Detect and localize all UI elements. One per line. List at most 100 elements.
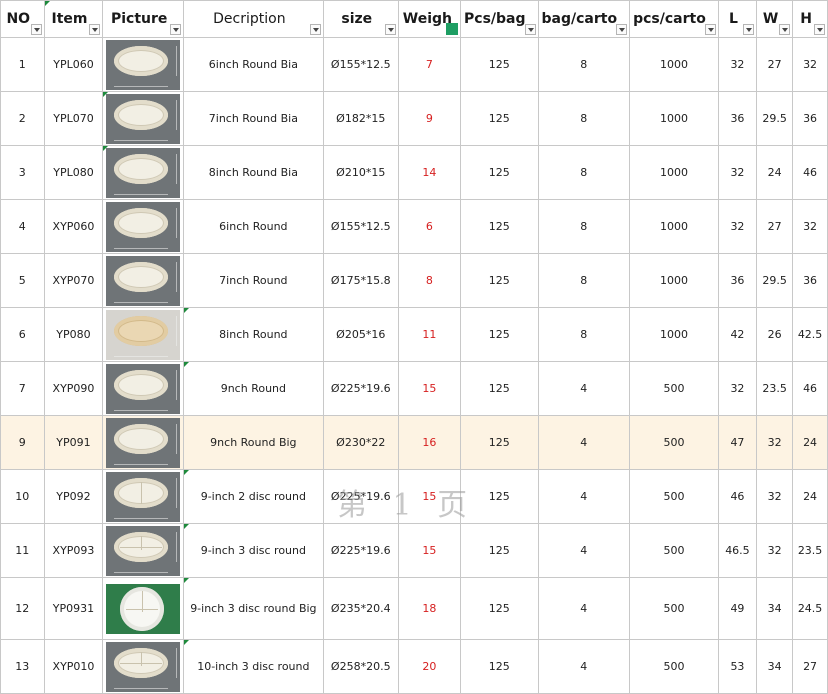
cell-pcs-bag[interactable]: 125 bbox=[460, 639, 539, 694]
cell-description[interactable]: 7inch Round bbox=[183, 253, 324, 308]
cell-no[interactable]: 1 bbox=[0, 37, 45, 92]
header-pcs-carton[interactable]: pcs/carto bbox=[629, 0, 719, 38]
header-width[interactable]: W bbox=[756, 0, 794, 38]
table-row[interactable]: 4 XYP060 6inch Round Ø155*12.5 6 125 8 1000 32 27… bbox=[0, 199, 828, 254]
filter-dropdown-icon[interactable] bbox=[170, 24, 181, 35]
product-photo[interactable] bbox=[106, 583, 181, 634]
cell-height[interactable]: 32 bbox=[792, 199, 828, 254]
cell-pcs-carton[interactable]: 1000 bbox=[629, 253, 719, 308]
cell-size[interactable]: Ø230*22 bbox=[322, 415, 399, 470]
product-photo[interactable] bbox=[106, 39, 181, 90]
product-photo[interactable] bbox=[106, 147, 181, 198]
cell-item[interactable]: YPL080 bbox=[43, 145, 104, 200]
cell-height[interactable]: 24 bbox=[792, 469, 828, 524]
cell-length[interactable]: 36 bbox=[717, 253, 758, 308]
cell-width[interactable]: 34 bbox=[756, 639, 794, 694]
cell-item[interactable]: XYP010 bbox=[43, 639, 104, 694]
header-bag-carton[interactable]: bag/carto bbox=[537, 0, 631, 38]
cell-item[interactable]: YP0931 bbox=[43, 577, 104, 640]
cell-picture[interactable] bbox=[102, 199, 184, 254]
cell-description[interactable]: 10-inch 3 disc round bbox=[183, 639, 324, 694]
cell-pcs-carton[interactable]: 500 bbox=[629, 639, 719, 694]
cell-no[interactable]: 2 bbox=[0, 91, 45, 146]
cell-pcs-carton[interactable]: 500 bbox=[629, 577, 719, 640]
cell-picture[interactable] bbox=[102, 469, 184, 524]
cell-no[interactable]: 3 bbox=[0, 145, 45, 200]
cell-pcs-carton[interactable]: 1000 bbox=[629, 91, 719, 146]
cell-height[interactable]: 46 bbox=[792, 145, 828, 200]
cell-pcs-carton[interactable]: 1000 bbox=[629, 199, 719, 254]
product-photo[interactable] bbox=[106, 525, 181, 576]
cell-bag-carton[interactable]: 8 bbox=[537, 307, 631, 362]
table-row[interactable]: 6 YP080 8inch Round Ø205*16 11 125 8 1000 42 26 42… bbox=[0, 307, 828, 362]
cell-bag-carton[interactable]: 8 bbox=[537, 145, 631, 200]
cell-pcs-bag[interactable]: 125 bbox=[460, 307, 539, 362]
cell-picture[interactable] bbox=[102, 91, 184, 146]
cell-size[interactable]: Ø235*20.4 bbox=[322, 577, 399, 640]
cell-size[interactable]: Ø258*20.5 bbox=[322, 639, 399, 694]
product-photo[interactable] bbox=[106, 201, 181, 252]
cell-width[interactable]: 32 bbox=[756, 523, 794, 578]
cell-pcs-bag[interactable]: 125 bbox=[460, 37, 539, 92]
table-row[interactable]: 9 YP091 9nch Round Big Ø230*22 16 125 4 500 47 32… bbox=[0, 415, 828, 470]
header-item[interactable]: Item bbox=[43, 0, 104, 38]
filter-dropdown-icon[interactable] bbox=[309, 24, 321, 35]
cell-no[interactable]: 13 bbox=[0, 639, 45, 694]
cell-picture[interactable] bbox=[102, 639, 184, 694]
product-photo[interactable] bbox=[106, 309, 181, 360]
cell-no[interactable]: 9 bbox=[0, 415, 45, 470]
cell-height[interactable]: 24.5 bbox=[792, 577, 828, 640]
header-height[interactable]: H bbox=[792, 0, 828, 38]
cell-bag-carton[interactable]: 8 bbox=[537, 253, 631, 308]
cell-length[interactable]: 32 bbox=[717, 199, 758, 254]
filter-dropdown-icon[interactable] bbox=[524, 24, 536, 35]
header-pcs-bag[interactable]: Pcs/bag bbox=[460, 0, 539, 38]
cell-pcs-carton[interactable]: 1000 bbox=[629, 37, 719, 92]
cell-bag-carton[interactable]: 8 bbox=[537, 91, 631, 146]
cell-picture[interactable] bbox=[102, 37, 184, 92]
cell-length[interactable]: 49 bbox=[717, 577, 758, 640]
cell-picture[interactable] bbox=[102, 307, 184, 362]
cell-bag-carton[interactable]: 4 bbox=[537, 523, 631, 578]
cell-size[interactable]: Ø225*19.6 bbox=[322, 361, 399, 416]
table-row[interactable]: 13 XYP010 10-inch 3 disc round Ø258*20.5 20 1… bbox=[0, 639, 828, 694]
table-row[interactable]: 11 XYP093 9-inch 3 disc round Ø225*19.6 15 12… bbox=[0, 523, 828, 578]
cell-height[interactable]: 46 bbox=[792, 361, 828, 416]
cell-size[interactable]: Ø225*19.6 bbox=[322, 469, 399, 524]
filter-dropdown-icon[interactable] bbox=[704, 24, 716, 35]
cell-pcs-bag[interactable]: 125 bbox=[460, 145, 539, 200]
cell-height[interactable]: 42.5 bbox=[792, 307, 828, 362]
cell-weight[interactable]: 15 bbox=[397, 469, 462, 524]
cell-weight[interactable]: 14 bbox=[397, 145, 462, 200]
cell-width[interactable]: 32 bbox=[756, 415, 794, 470]
cell-item[interactable]: YPL070 bbox=[43, 91, 104, 146]
cell-item[interactable]: XYP060 bbox=[43, 199, 104, 254]
product-photo[interactable] bbox=[106, 363, 181, 414]
cell-pcs-bag[interactable]: 125 bbox=[460, 361, 539, 416]
filter-dropdown-icon[interactable] bbox=[616, 24, 628, 35]
cell-size[interactable]: Ø175*15.8 bbox=[322, 253, 399, 308]
cell-no[interactable]: 7 bbox=[0, 361, 45, 416]
cell-length[interactable]: 46 bbox=[717, 469, 758, 524]
cell-height[interactable]: 23.5 bbox=[792, 523, 828, 578]
product-photo[interactable] bbox=[106, 471, 181, 522]
cell-item[interactable]: YP080 bbox=[43, 307, 104, 362]
cell-weight[interactable]: 15 bbox=[397, 361, 462, 416]
cell-width[interactable]: 27 bbox=[756, 37, 794, 92]
cell-pcs-bag[interactable]: 125 bbox=[460, 415, 539, 470]
cell-bag-carton[interactable]: 8 bbox=[537, 37, 631, 92]
table-row[interactable]: 7 XYP090 9nch Round Ø225*19.6 15 125 4 500 32 23.… bbox=[0, 361, 828, 416]
cell-description[interactable]: 8inch Round Bia bbox=[183, 145, 324, 200]
product-photo[interactable] bbox=[106, 417, 181, 468]
product-photo[interactable] bbox=[106, 93, 181, 144]
cell-width[interactable]: 34 bbox=[756, 577, 794, 640]
cell-weight[interactable]: 11 bbox=[397, 307, 462, 362]
cell-bag-carton[interactable]: 4 bbox=[537, 415, 631, 470]
cell-bag-carton[interactable]: 4 bbox=[537, 639, 631, 694]
cell-bag-carton[interactable]: 4 bbox=[537, 577, 631, 640]
cell-size[interactable]: Ø225*19.6 bbox=[322, 523, 399, 578]
cell-no[interactable]: 12 bbox=[0, 577, 45, 640]
cell-description[interactable]: 9-inch 2 disc round bbox=[183, 469, 324, 524]
cell-pcs-carton[interactable]: 500 bbox=[629, 523, 719, 578]
cell-item[interactable]: YP091 bbox=[43, 415, 104, 470]
